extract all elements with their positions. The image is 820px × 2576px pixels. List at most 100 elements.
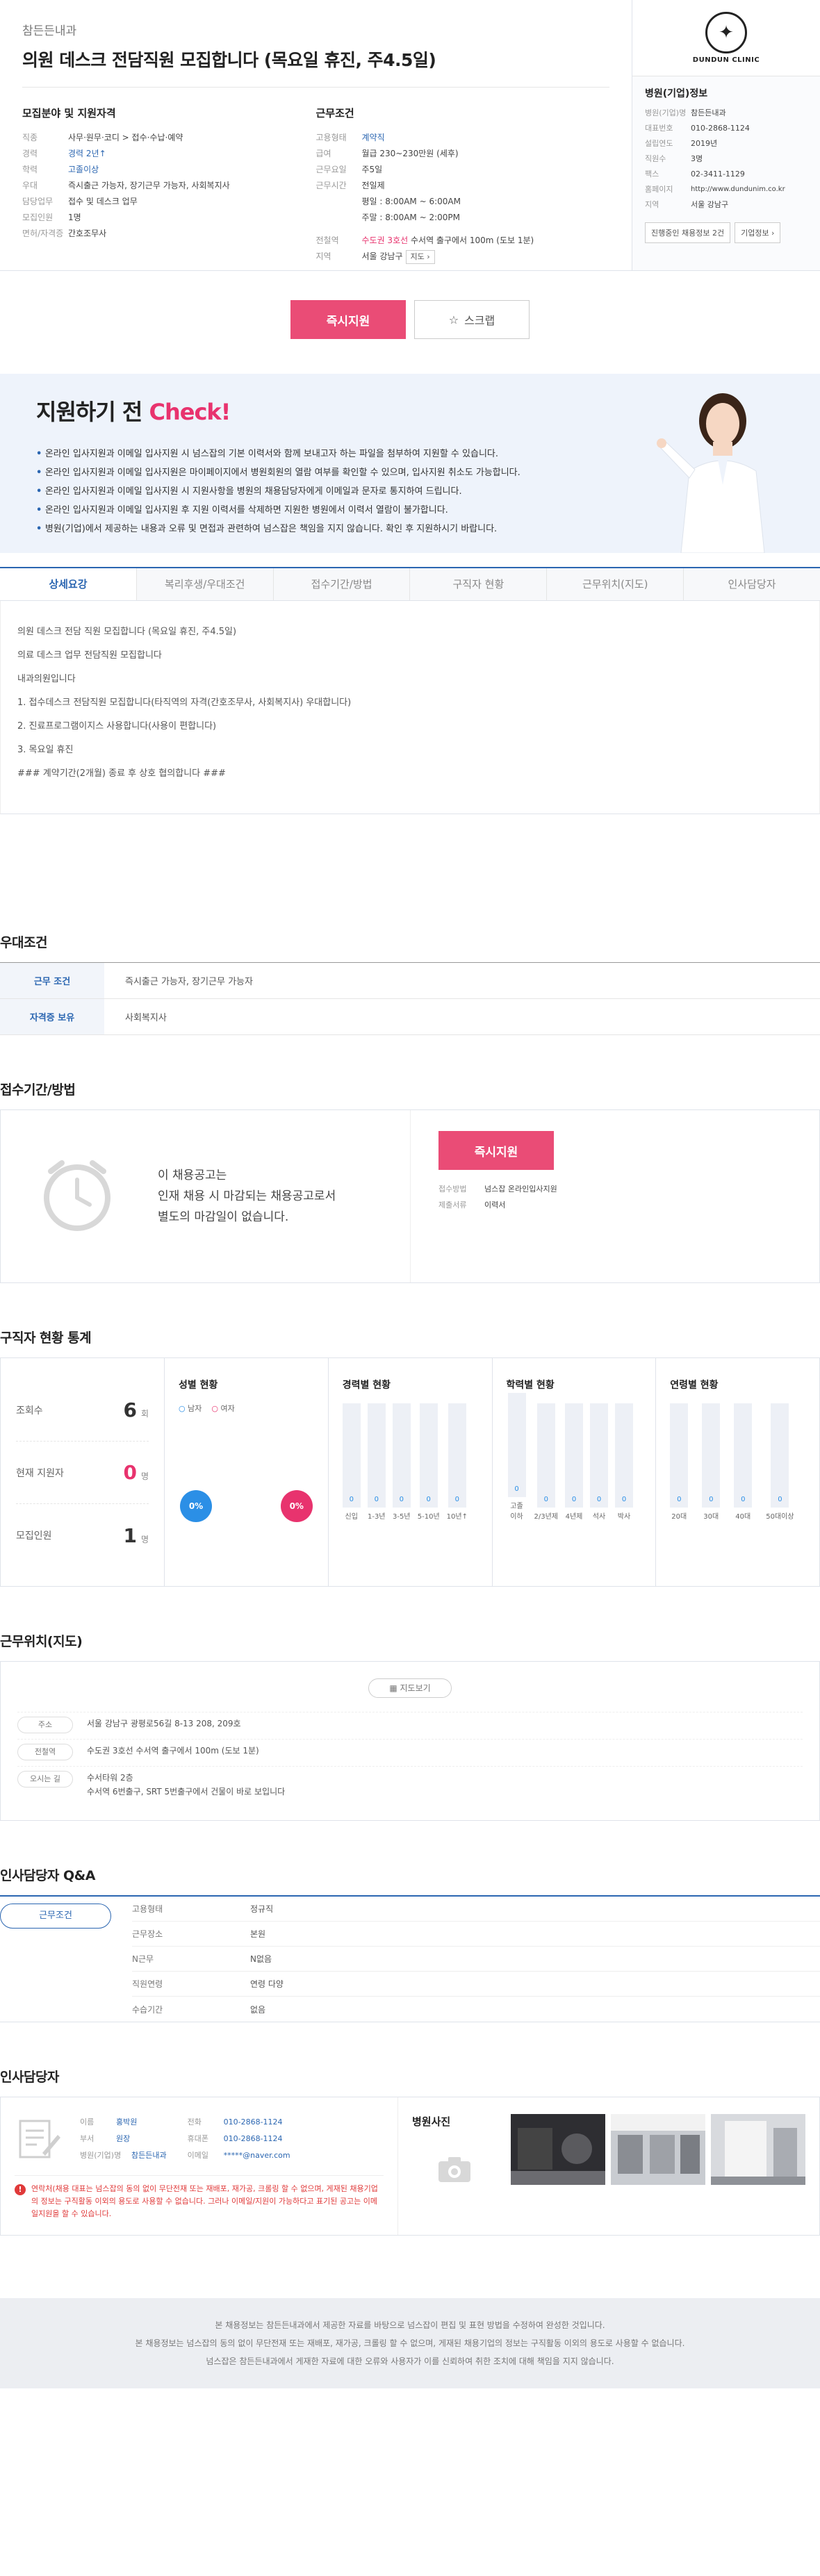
hospital-value: 서울 강남구 — [691, 200, 729, 209]
location-section: 근무위치(지도) ▦ 지도보기 주소 서울 강남구 광평로56길 8-13 208… — [0, 1631, 820, 1821]
work-key: 근무요일 — [315, 165, 347, 174]
education-bar: 0 — [590, 1403, 608, 1508]
contact-dept: 원장 — [116, 2134, 131, 2143]
company-info-button[interactable]: 기업정보 › — [735, 222, 781, 243]
education-bar-value: 0 — [571, 1496, 577, 1503]
preference-value: 사회복지사 — [125, 1013, 167, 1023]
detail-line: 1. 접수데스크 전담직원 모집합니다(타직역의 자격(간호조무사, 사회복지사… — [17, 697, 352, 708]
contact-notice: 연락처(채용 대표는 넘스잡의 동의 없이 무단전재 또는 재배포, 재가공, … — [31, 2184, 378, 2218]
receipt-apply-button[interactable]: 즉시지원 — [438, 1131, 554, 1170]
apply-actions: 즉시지원 ☆ 스크랩 — [0, 271, 820, 368]
contact-company: 참든든내과 — [131, 2151, 167, 2160]
logo-text: DUNDUN CLINIC — [692, 56, 760, 64]
recruit-key: 학력 — [22, 165, 38, 174]
preference-value: 즉시출근 가능자, 장기근무 가능자 — [125, 977, 253, 987]
applicants-count: 0 — [123, 1461, 137, 1484]
education-bar-label: 고졸 이하 — [510, 1503, 523, 1521]
age-bar-label: 50대이상 — [766, 1513, 794, 1521]
education-title: 학력별 현황 — [506, 1380, 555, 1391]
recruit-value: 고졸이상 — [68, 165, 99, 174]
work-info: 근무조건 고용형태 계약직 급여 월급 230~230만원 (세후) 근무요일 주5일… — [316, 106, 610, 265]
view-map-button[interactable]: ▦ 지도보기 — [368, 1678, 452, 1698]
check-title-a: 지원하기 전 — [36, 399, 149, 425]
work-value: 서울 강남구 — [361, 251, 403, 261]
career-bar: 0 — [448, 1403, 466, 1508]
qa-value: 정규직 — [250, 1904, 274, 1914]
career-bar: 0 — [342, 1403, 361, 1508]
company-name[interactable]: 참든든내과 — [22, 21, 609, 38]
contact-name: 홍박원 — [116, 2117, 138, 2127]
female-legend: 여자 — [211, 1403, 234, 1414]
work-value: 평일 : 8:00AM ~ 6:00AM — [361, 197, 461, 206]
work-key: 근무시간 — [315, 181, 347, 190]
hospital-key: 홈페이지 — [645, 185, 673, 194]
age-bar-label: 30대 — [703, 1513, 719, 1521]
ongoing-jobs-button[interactable]: 진행중인 채용정보 2건 — [645, 222, 731, 243]
hospital-info-title: 병원(기업)정보 — [645, 88, 708, 99]
work-value: 월급 230~230만원 (세후) — [361, 149, 459, 158]
contact-phone[interactable]: 010-2868-1124 — [224, 2114, 283, 2131]
contact-key: 이름 — [80, 2117, 95, 2127]
directions-label: 오시는 길 — [17, 1771, 73, 1787]
tab-hr-contact[interactable]: 인사담당자 — [683, 568, 820, 600]
hospital-photo[interactable] — [711, 2114, 805, 2185]
homepage-link[interactable]: http://www.dundunim.co.kr — [691, 182, 785, 197]
receipt-key: 제출서류 — [438, 1200, 467, 1209]
footer-line: 본 채용정보는 넘스잡의 동의 없이 무단전재 또는 재배포, 재가공, 크롤링… — [135, 2338, 685, 2348]
age-bar-label: 40대 — [735, 1513, 751, 1521]
view-map-label: 지도보기 — [400, 1683, 431, 1693]
tab-details[interactable]: 상세요강 — [0, 568, 136, 600]
male-legend: 남자 — [179, 1403, 202, 1414]
applicants-unit: 명 — [140, 1471, 149, 1481]
map-link-button[interactable]: 지도 › — [405, 250, 435, 264]
qa-value: 본원 — [250, 1929, 266, 1939]
qa-tab-conditions[interactable]: 근무조건 — [0, 1904, 111, 1929]
contact-email[interactable]: *****@naver.com — [224, 2147, 290, 2164]
age-bar-value: 0 — [778, 1496, 782, 1503]
detail-content: 의원 데스크 전담 직원 모집합니다 (목요일 휴진, 주4.5일) 의료 데스… — [0, 601, 820, 814]
hospital-photo[interactable] — [611, 2114, 705, 2185]
qa-title: 인사담당자 Q&A — [0, 1868, 95, 1883]
career-bar-label: 10년↑ — [446, 1513, 468, 1521]
tab-applicants[interactable]: 구직자 현황 — [409, 568, 547, 600]
work-key: 급여 — [315, 149, 331, 158]
hospital-photo[interactable] — [511, 2114, 605, 2185]
education-bar-label: 2/3년제 — [534, 1513, 559, 1521]
views-label: 조회수 — [16, 1405, 43, 1417]
camera-icon — [438, 2157, 470, 2182]
apply-now-button[interactable]: 즉시지원 — [290, 300, 406, 339]
age-bar-label: 20대 — [671, 1513, 687, 1521]
recruit-value: 1명 — [68, 213, 81, 222]
hr-contact-title: 인사담당자 — [0, 2070, 59, 2085]
scrap-button[interactable]: ☆ 스크랩 — [414, 300, 530, 339]
education-bar-value: 0 — [514, 1485, 519, 1493]
age-bar-value: 0 — [709, 1496, 714, 1503]
doctor-illustration — [657, 393, 765, 553]
recruit-value: 접수 및 데스크 업무 — [68, 197, 138, 206]
recruit-count: 1 — [123, 1524, 137, 1547]
work-key: 전철역 — [315, 236, 339, 245]
qa-key: N근무 — [132, 1954, 154, 1964]
location-title: 근무위치(지도) — [0, 1634, 83, 1649]
age-bar: 0 — [734, 1403, 753, 1508]
qa-section: 인사담당자 Q&A 근무조건 고용형태 정규직 근무장소 본원 N근무 N없음 직원연… — [0, 1865, 820, 2022]
hospital-key: 팩스 — [645, 170, 659, 179]
recruit-value: 사무·원무·코디 > 접수·수납·예약 — [68, 133, 183, 142]
education-bar-label: 박사 — [617, 1513, 631, 1521]
stats-title: 구직자 현황 통계 — [0, 1330, 92, 1346]
views-count: 6 — [123, 1398, 137, 1421]
disclaimer-footer: 본 채용정보는 참든든내과에서 제공한 자료를 바탕으로 넘스잡이 편집 및 표… — [0, 2298, 820, 2388]
preference-title: 우대조건 — [0, 935, 47, 950]
check-title-b: Check! — [149, 399, 231, 425]
hospital-info-panel: ✦ DUNDUN CLINIC 병원(기업)정보 병원(기업)명 참든든내과 대표… — [632, 0, 820, 270]
contact-mobile[interactable]: 010-2868-1124 — [224, 2131, 283, 2147]
tab-receipt[interactable]: 접수기간/방법 — [272, 568, 410, 600]
tab-location[interactable]: 근무위치(지도) — [546, 568, 684, 600]
hospital-key: 대표번호 — [645, 124, 673, 133]
receipt-value: 이력서 — [484, 1200, 506, 1209]
education-bar-label: 4년제 — [565, 1513, 583, 1521]
tab-benefits[interactable]: 복리후생/우대조건 — [136, 568, 273, 600]
hospital-logo: ✦ DUNDUN CLINIC — [632, 0, 820, 76]
directions-value: 수서역 6번출구, SRT 5번출구에서 건물이 바로 보입니다 — [87, 1787, 286, 1797]
detail-tabs: 상세요강 복리후생/우대조건 접수기간/방법 구직자 현황 근무위치(지도) 인… — [0, 567, 820, 601]
